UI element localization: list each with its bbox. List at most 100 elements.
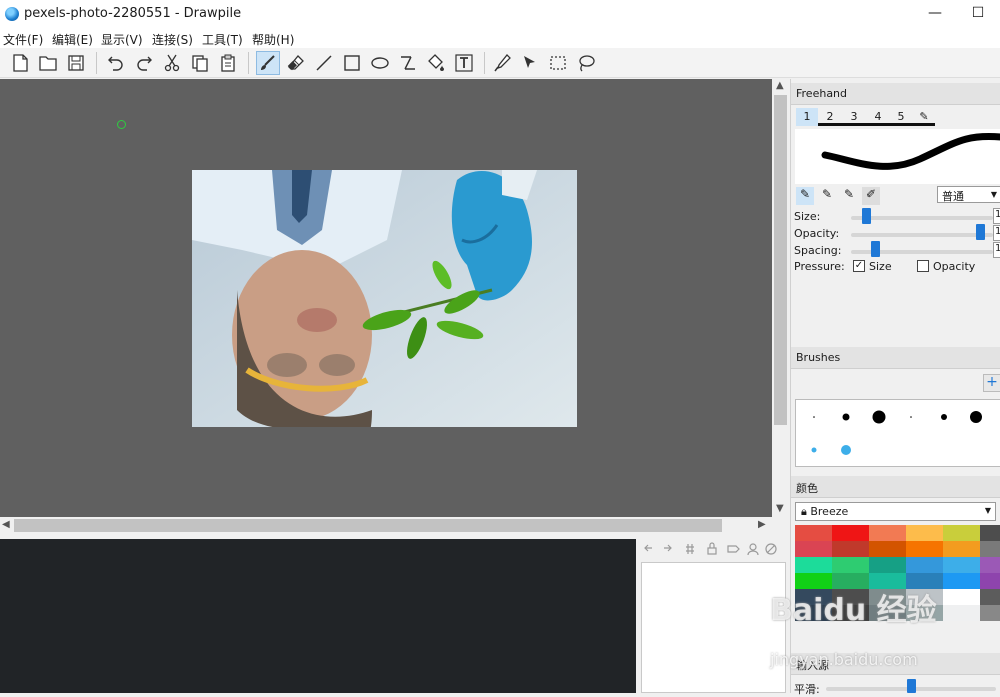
lasso-select-icon[interactable] [574, 51, 598, 75]
color-swatch[interactable] [832, 525, 869, 541]
color-panel-title: 颜色 [791, 476, 1000, 498]
brush-mode-round-icon[interactable]: ✎ [796, 187, 814, 205]
palette-select[interactable]: 🔒︎ Breeze ▼ [795, 502, 996, 521]
color-picker-icon[interactable] [490, 51, 514, 75]
color-swatch[interactable] [943, 605, 980, 621]
color-swatch[interactable] [980, 557, 1000, 573]
vertical-scrollbar[interactable]: ▲ ▼ [772, 79, 789, 517]
color-swatch[interactable] [943, 557, 980, 573]
brush-presets[interactable] [795, 399, 1000, 467]
save-icon[interactable] [64, 51, 88, 75]
fill-icon[interactable] [424, 51, 448, 75]
eraser-icon[interactable] [284, 51, 308, 75]
open-file-icon[interactable] [36, 51, 60, 75]
drawing-canvas[interactable] [0, 79, 772, 517]
menu-session[interactable]: 连接(S) [152, 31, 193, 48]
text-icon[interactable] [452, 51, 476, 75]
smoothing-slider-handle[interactable] [906, 679, 916, 693]
user-tools-bar [640, 539, 786, 559]
color-swatch[interactable] [906, 557, 943, 573]
size-spinbox[interactable]: 1 [993, 208, 1000, 224]
pressure-label: Pressure: [794, 260, 845, 273]
menu-file[interactable]: 文件(F) [3, 31, 43, 48]
line-icon[interactable] [312, 51, 336, 75]
bezier-icon[interactable] [396, 51, 420, 75]
color-swatch[interactable] [980, 605, 1000, 621]
rect-select-icon[interactable] [546, 51, 570, 75]
tool-settings-title: Freehand [791, 83, 1000, 105]
color-swatch[interactable] [795, 557, 832, 573]
color-swatch[interactable] [869, 525, 906, 541]
spacing-spinbox[interactable]: 1 [993, 242, 1000, 258]
stroke-preview [795, 129, 1000, 184]
color-swatch[interactable] [795, 525, 832, 541]
undo-icon[interactable] [104, 51, 128, 75]
drawpile-logo-icon [5, 7, 19, 21]
pressure-opacity-checkbox[interactable] [917, 260, 929, 272]
rectangle-icon[interactable] [340, 51, 364, 75]
new-file-icon[interactable] [8, 51, 32, 75]
brush-icon[interactable] [256, 51, 280, 75]
blend-mode-select[interactable]: 普通 ▼ [937, 186, 1000, 203]
size-label: Size: [794, 210, 821, 223]
menu-view[interactable]: 显示(V) [101, 31, 143, 48]
add-brush-button[interactable]: + [983, 374, 1000, 392]
color-swatch[interactable] [943, 573, 980, 589]
chat-panel[interactable] [0, 539, 636, 693]
size-slider-handle[interactable] [861, 208, 871, 224]
color-swatch[interactable] [906, 525, 943, 541]
baidu-watermark-url: jingyan.baidu.com [770, 650, 918, 669]
menu-tools[interactable]: 工具(T) [202, 31, 243, 48]
color-swatch[interactable] [869, 541, 906, 557]
color-swatch[interactable] [943, 541, 980, 557]
pressure-size-label: Size [869, 260, 892, 273]
color-swatch[interactable] [869, 557, 906, 573]
maximize-button[interactable]: ☐ [968, 4, 988, 24]
pressure-size-checkbox[interactable]: ✓ [853, 260, 865, 272]
menu-help[interactable]: 帮助(H) [252, 31, 294, 48]
color-swatch[interactable] [980, 525, 1000, 541]
baidu-watermark-logo: Baidu 经验 [770, 593, 937, 628]
size-slider[interactable] [851, 216, 993, 220]
scroll-left-arrow-icon[interactable]: ◀ [2, 519, 10, 530]
cut-icon[interactable] [160, 51, 184, 75]
brush-slot-1[interactable]: 1 [796, 108, 818, 126]
paste-icon[interactable] [216, 51, 240, 75]
color-swatch[interactable] [832, 557, 869, 573]
color-swatch[interactable] [906, 541, 943, 557]
minimize-button[interactable]: — [925, 4, 945, 24]
brush-mode-smudge-icon[interactable]: ✎ [840, 187, 858, 205]
user-list[interactable] [641, 562, 786, 693]
color-swatch[interactable] [980, 541, 1000, 557]
spacing-slider-handle[interactable] [870, 241, 880, 257]
opacity-slider-handle[interactable] [976, 224, 985, 240]
color-swatch[interactable] [943, 525, 980, 541]
brush-cursor-outline [117, 120, 126, 129]
color-swatch[interactable] [943, 589, 980, 605]
laser-pointer-icon[interactable] [518, 51, 542, 75]
color-swatch[interactable] [980, 573, 1000, 589]
opacity-slider[interactable] [851, 233, 993, 237]
scroll-right-arrow-icon[interactable]: ▶ [758, 519, 766, 530]
brush-eraser-mode-icon[interactable]: ✐ [862, 187, 880, 205]
brushes-title: Brushes [791, 347, 1000, 369]
opacity-label: Opacity: [794, 227, 840, 240]
scroll-down-arrow-icon[interactable]: ▼ [776, 503, 784, 514]
vertical-scroll-thumb[interactable] [774, 95, 787, 425]
color-swatch[interactable] [795, 541, 832, 557]
horizontal-scrollbar[interactable]: ◀ ▶ [0, 517, 772, 534]
main-toolbar [0, 48, 1000, 78]
horizontal-scroll-thumb[interactable] [14, 519, 722, 532]
copy-icon[interactable] [188, 51, 212, 75]
ellipse-icon[interactable] [368, 51, 392, 75]
redo-icon[interactable] [132, 51, 156, 75]
lock-icon: 🔒︎ [801, 505, 807, 518]
title-bar: pexels-photo-2280551 - Drawpile — ☐ [0, 0, 1000, 28]
opacity-spinbox[interactable]: 1 [993, 225, 1000, 241]
brush-mode-soft-icon[interactable]: ✎ [818, 187, 836, 205]
color-swatch[interactable] [980, 589, 1000, 605]
smoothing-label: 平滑: [794, 683, 820, 696]
scroll-up-arrow-icon[interactable]: ▲ [776, 80, 784, 91]
color-swatch[interactable] [832, 541, 869, 557]
menu-edit[interactable]: 编辑(E) [52, 31, 93, 48]
